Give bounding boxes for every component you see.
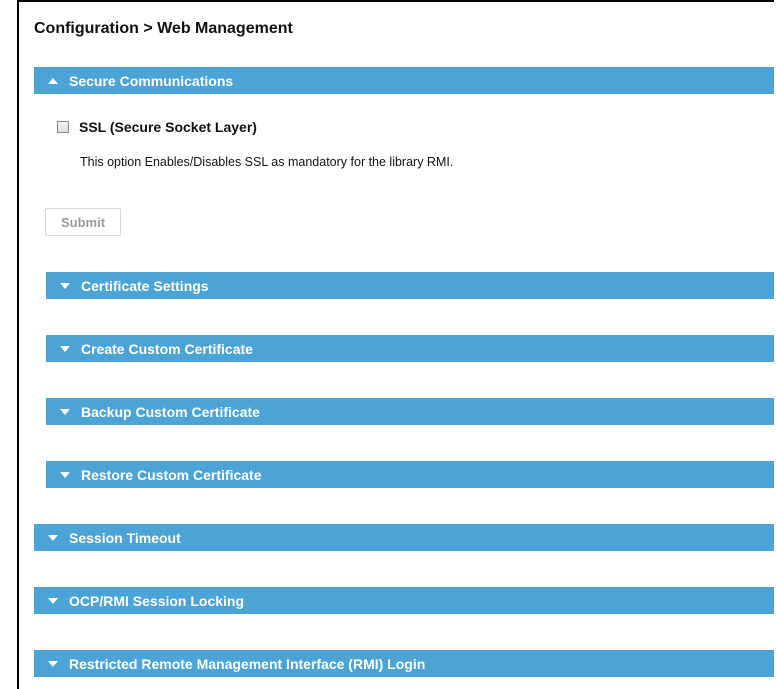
expand-arrow-icon (60, 471, 70, 478)
expand-arrow-icon (48, 534, 58, 541)
expand-arrow-icon (60, 282, 70, 289)
section-label: Restricted Remote Management Interface (… (69, 655, 426, 672)
section-label: Create Custom Certificate (81, 340, 253, 357)
section-label: Session Timeout (69, 529, 181, 546)
section-label: OCP/RMI Session Locking (69, 592, 245, 609)
expand-arrow-icon (48, 660, 58, 667)
ssl-checkbox-label[interactable]: SSL (Secure Socket Layer) (79, 119, 257, 135)
section-secure-communications[interactable]: Secure Communications (34, 67, 774, 94)
subsection-certificate-settings[interactable]: Certificate Settings (46, 272, 774, 299)
section-restricted-rmi-login[interactable]: Restricted Remote Management Interface (… (34, 650, 774, 677)
section-session-timeout[interactable]: Session Timeout (34, 524, 774, 551)
ssl-description: This option Enables/Disables SSL as mand… (80, 155, 454, 169)
subsection-create-custom-certificate[interactable]: Create Custom Certificate (46, 335, 774, 362)
section-label: Certificate Settings (81, 277, 209, 294)
page-title: Configuration > Web Management (34, 20, 293, 37)
subsection-backup-custom-certificate[interactable]: Backup Custom Certificate (46, 398, 774, 425)
submit-button[interactable]: Submit (45, 208, 121, 236)
ssl-option: SSL (Secure Socket Layer) (57, 119, 257, 135)
section-label: Restore Custom Certificate (81, 466, 262, 483)
section-ocp-rmi-session-locking[interactable]: OCP/RMI Session Locking (34, 587, 774, 614)
expand-arrow-icon (48, 597, 58, 604)
collapse-arrow-icon (48, 77, 58, 84)
expand-arrow-icon (60, 345, 70, 352)
section-label: Backup Custom Certificate (81, 403, 260, 420)
section-label: Secure Communications (69, 72, 234, 89)
ssl-checkbox[interactable] (57, 121, 69, 133)
expand-arrow-icon (60, 408, 70, 415)
subsection-restore-custom-certificate[interactable]: Restore Custom Certificate (46, 461, 774, 488)
